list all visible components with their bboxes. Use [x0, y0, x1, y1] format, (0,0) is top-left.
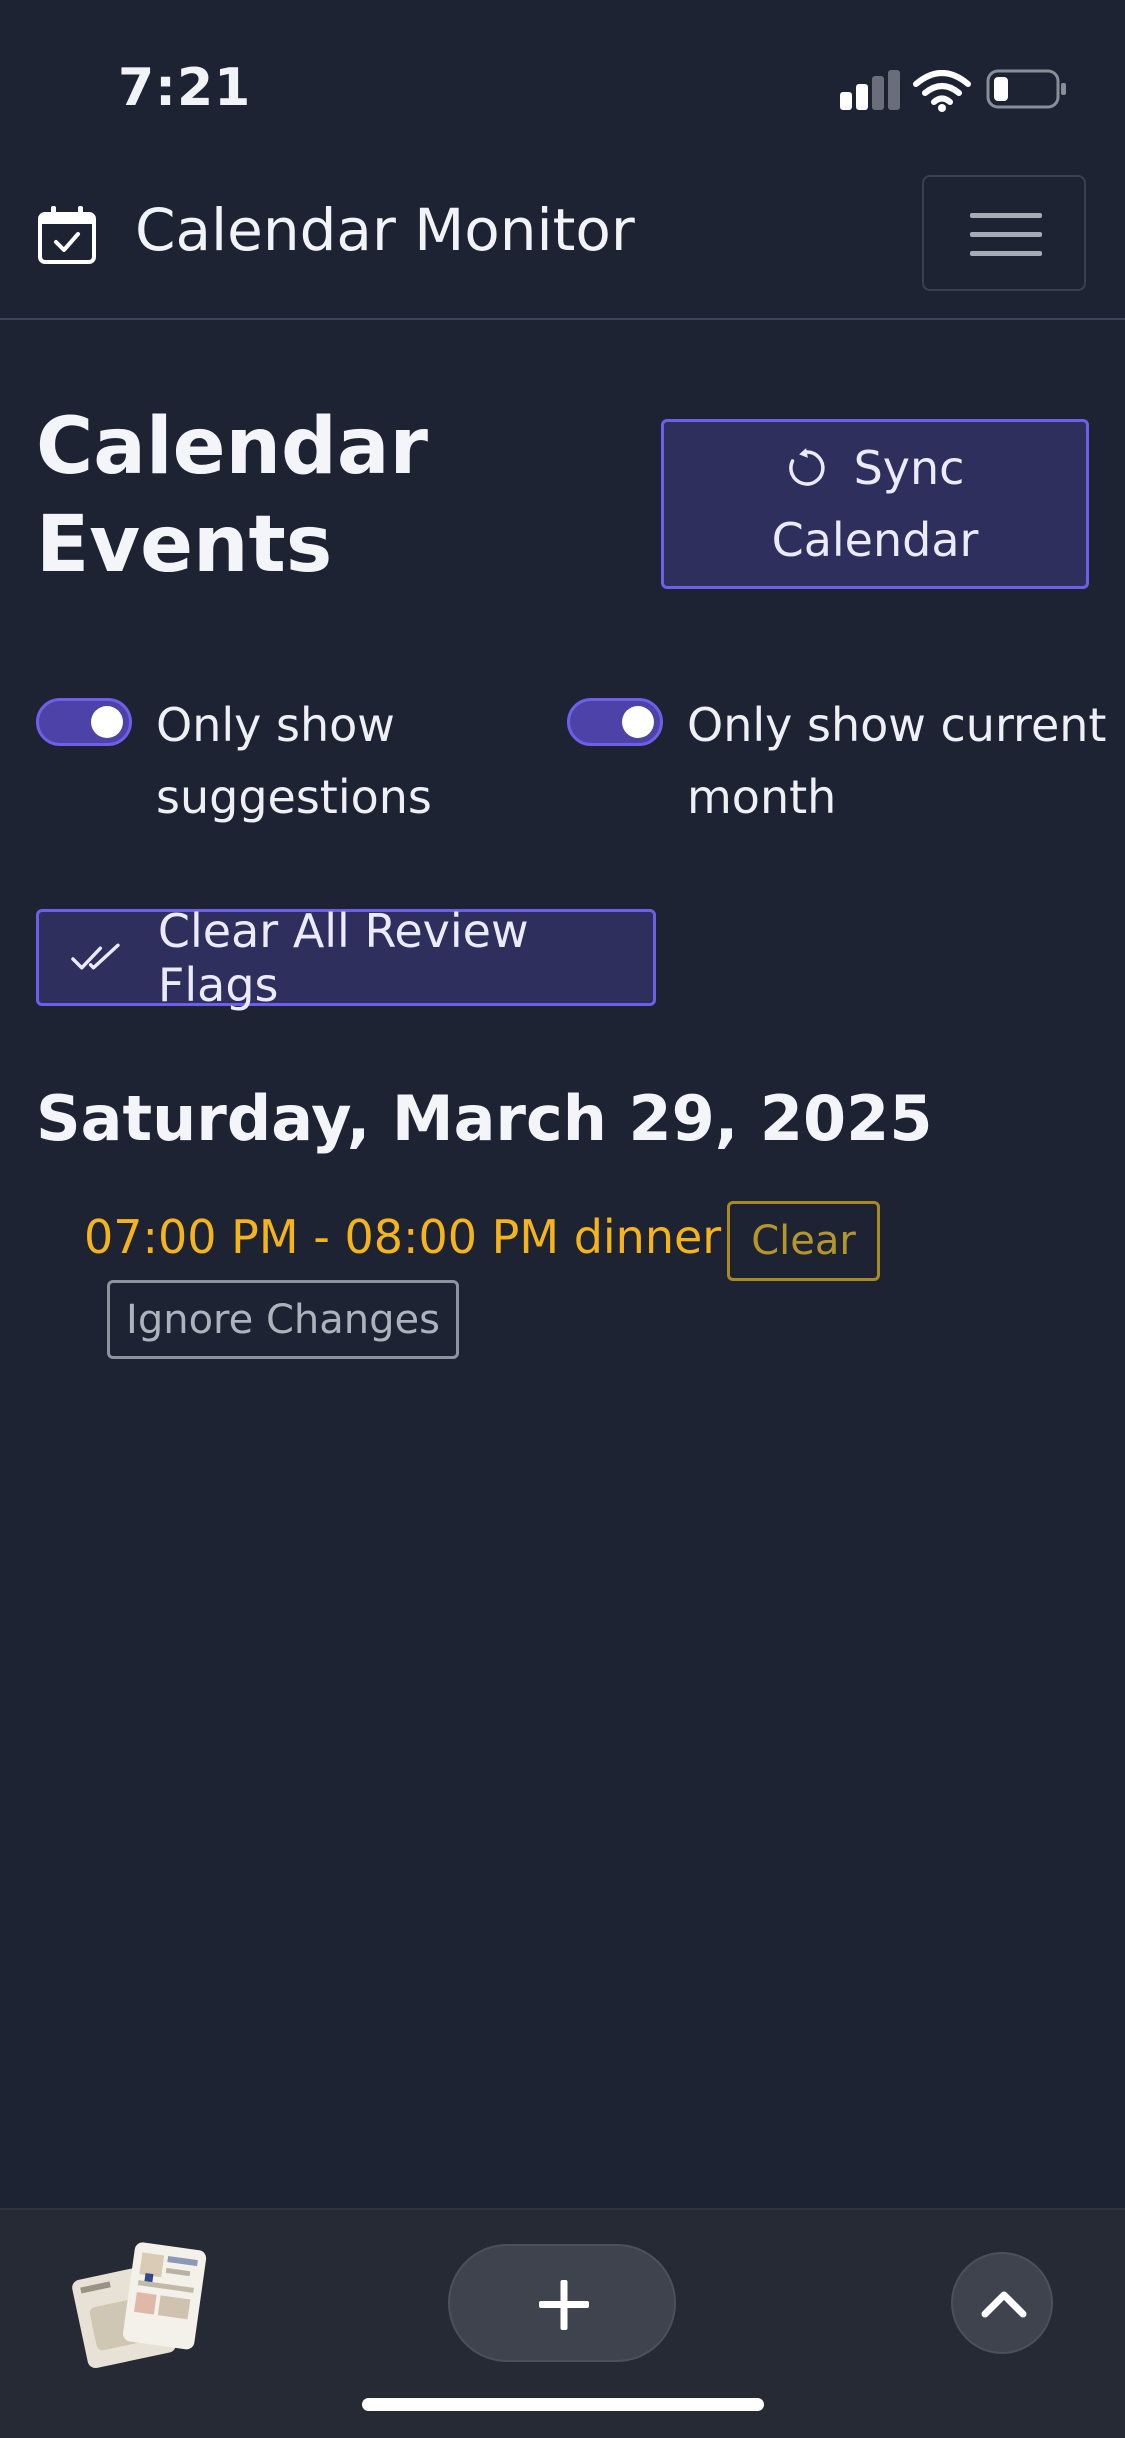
scroll-up-button[interactable]	[951, 2252, 1053, 2354]
current-month-label-line2: month	[687, 770, 837, 824]
toggle-knob	[622, 706, 654, 738]
tabs-overview-icon[interactable]	[70, 2240, 210, 2370]
sync-button-label-line1: Sync	[853, 441, 965, 495]
toggle-knob	[91, 706, 123, 738]
menu-button[interactable]	[922, 175, 1086, 291]
suggestions-toggle-label: Only show suggestions	[156, 689, 432, 833]
current-month-toggle[interactable]	[567, 698, 663, 746]
clear-all-review-flags-button[interactable]: Clear All Review Flags	[36, 904, 656, 1012]
refresh-icon	[788, 448, 825, 486]
current-month-label-line1: Only show current	[687, 698, 1107, 752]
event-item[interactable]: 07:00 PM - 08:00 PM dinner	[84, 1210, 721, 1264]
chevron-up-icon	[981, 2291, 1027, 2318]
status-time: 7:21	[118, 58, 252, 118]
ignore-changes-button[interactable]: Ignore Changes	[107, 1280, 459, 1359]
clear-event-button[interactable]: Clear	[727, 1201, 880, 1281]
sync-button-label-line2: Calendar	[771, 513, 979, 567]
battery-icon	[986, 69, 1066, 109]
current-month-toggle-label: Only show current month	[687, 689, 1106, 833]
plus-icon	[539, 2280, 589, 2330]
cellular-signal-icon	[840, 70, 900, 112]
sync-calendar-button[interactable]: Sync Calendar	[661, 419, 1089, 589]
suggestions-label-line1: Only show	[156, 698, 395, 752]
new-tab-button[interactable]	[448, 2244, 676, 2362]
wifi-icon	[913, 70, 971, 112]
date-heading: Saturday, March 29, 2025	[36, 1082, 933, 1155]
double-check-icon	[71, 943, 120, 969]
suggestions-toggle[interactable]	[36, 698, 132, 746]
page-title: Calendar Events	[36, 402, 428, 590]
suggestions-label-line2: suggestions	[156, 770, 432, 824]
clear-flags-label: Clear All Review Flags	[157, 903, 529, 1012]
home-indicator[interactable]	[362, 2398, 764, 2411]
calendar-check-icon	[38, 206, 96, 264]
app-title[interactable]: Calendar Monitor	[135, 196, 635, 264]
